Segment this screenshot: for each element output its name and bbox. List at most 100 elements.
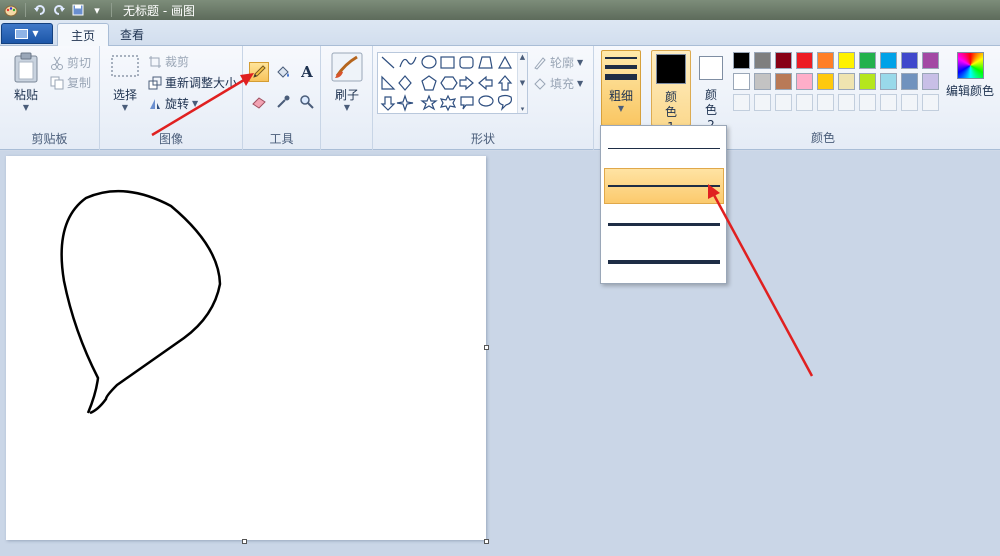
- fill-button[interactable]: 填充 ▼: [533, 75, 583, 92]
- chevron-down-icon: ▼: [343, 103, 351, 112]
- canvas-resize-handle-corner[interactable]: [484, 539, 489, 544]
- separator: [25, 3, 26, 17]
- tab-view[interactable]: 查看: [107, 23, 157, 46]
- palette-empty-swatch[interactable]: [922, 94, 939, 111]
- crop-label: 裁剪: [165, 55, 190, 69]
- palette-swatch[interactable]: [838, 52, 855, 69]
- size-button[interactable]: 粗细 ▼: [601, 50, 641, 126]
- palette-empty-swatch[interactable]: [859, 94, 876, 111]
- copy-label: 复制: [67, 76, 92, 90]
- paste-label: 粘贴: [13, 88, 38, 102]
- palette-empty-swatch[interactable]: [754, 94, 771, 111]
- customize-toolbar-chevron-icon[interactable]: ▾: [90, 3, 104, 17]
- chevron-down-icon: ▼: [121, 103, 129, 112]
- palette-swatch[interactable]: [733, 52, 750, 69]
- magnifier-tool-button[interactable]: [297, 92, 317, 112]
- size-option[interactable]: [604, 168, 724, 204]
- cut-label: 剪切: [67, 56, 92, 70]
- shapes-gallery-scrollbar[interactable]: ▲ ▼ ▾: [517, 53, 527, 113]
- cut-button[interactable]: 剪切: [50, 54, 91, 71]
- select-label: 选择: [112, 88, 137, 102]
- tab-home[interactable]: 主页: [57, 23, 110, 47]
- shapes-gallery-icons[interactable]: [378, 53, 518, 113]
- palette-empty-swatch[interactable]: [901, 94, 918, 111]
- rotate-button[interactable]: 旋转 ▼: [148, 95, 198, 112]
- outline-pen-icon: [533, 56, 547, 70]
- palette-swatch[interactable]: [817, 52, 834, 69]
- outline-button[interactable]: 轮廓 ▼: [533, 54, 583, 71]
- shapes-group-label: 形状: [470, 132, 495, 146]
- palette-empty-swatch[interactable]: [817, 94, 834, 111]
- size-option[interactable]: [604, 130, 724, 166]
- palette-empty-swatch[interactable]: [880, 94, 897, 111]
- palette-empty-swatch[interactable]: [733, 94, 750, 111]
- paint-bucket-icon: [275, 64, 291, 80]
- edit-colors-button[interactable]: 编辑颜色: [945, 52, 995, 99]
- size-line-sample: [608, 185, 720, 187]
- palette-swatch[interactable]: [880, 52, 897, 69]
- palette-swatch[interactable]: [754, 73, 771, 90]
- paste-button[interactable]: 粘贴 ▼: [9, 52, 43, 112]
- palette-empty-swatch[interactable]: [838, 94, 855, 111]
- palette-swatch[interactable]: [838, 73, 855, 90]
- palette-swatch[interactable]: [754, 52, 771, 69]
- resize-label: 重新调整大小: [165, 76, 238, 90]
- expand-gallery-icon[interactable]: ▾: [521, 105, 525, 113]
- resize-icon: [148, 76, 162, 90]
- image-group-label: 图像: [158, 132, 183, 146]
- chevron-down-icon: ▼: [192, 99, 199, 108]
- palette-empty-swatch[interactable]: [775, 94, 792, 111]
- palette-swatch[interactable]: [733, 73, 750, 90]
- palette-empty-swatch[interactable]: [796, 94, 813, 111]
- fill-label: 填充: [550, 77, 575, 91]
- magnifier-icon: [299, 94, 315, 110]
- color1-button[interactable]: 颜色 1: [651, 50, 691, 134]
- undo-icon[interactable]: [33, 3, 47, 17]
- scroll-down-icon[interactable]: ▼: [520, 79, 525, 87]
- tools-group-label: 工具: [269, 132, 294, 146]
- palette-swatch[interactable]: [922, 52, 939, 69]
- select-rectangle-icon: [110, 54, 140, 80]
- palette-swatch[interactable]: [859, 73, 876, 90]
- size-line-sample: [608, 147, 720, 149]
- size-label: 粗细: [608, 89, 633, 103]
- chevron-down-icon: ▼: [577, 79, 584, 88]
- color-picker-tool-button[interactable]: [273, 92, 293, 112]
- brushes-button[interactable]: 刷子 ▼: [330, 52, 364, 112]
- chevron-down-icon: ▼: [577, 58, 584, 67]
- palette-swatch[interactable]: [817, 73, 834, 90]
- eraser-tool-button[interactable]: [249, 92, 269, 112]
- resize-button[interactable]: 重新调整大小: [148, 74, 237, 91]
- drawing-canvas[interactable]: [6, 156, 486, 540]
- text-tool-button[interactable]: A: [297, 62, 317, 82]
- color1-swatch: [656, 54, 686, 84]
- palette-swatch[interactable]: [796, 73, 813, 90]
- canvas-resize-handle-bottom[interactable]: [242, 539, 247, 544]
- rotate-icon: [148, 97, 162, 111]
- scroll-up-icon[interactable]: ▲: [520, 53, 525, 61]
- scissors-icon: [50, 56, 64, 70]
- title-bar: ▾ 无标题 - 画图: [0, 0, 1000, 20]
- crop-button[interactable]: 裁剪: [148, 53, 189, 70]
- size-option[interactable]: [604, 206, 724, 242]
- app-menu-button[interactable]: ▼: [1, 23, 53, 44]
- palette-swatch[interactable]: [880, 73, 897, 90]
- copy-button[interactable]: 复制: [50, 74, 91, 91]
- color2-button[interactable]: 颜色 2: [693, 50, 729, 132]
- paint-app-icon[interactable]: [4, 3, 18, 17]
- canvas-resize-handle-right[interactable]: [484, 345, 489, 350]
- size-option[interactable]: [604, 244, 724, 280]
- palette-swatch[interactable]: [859, 52, 876, 69]
- palette-swatch[interactable]: [796, 52, 813, 69]
- fill-tool-button[interactable]: [273, 62, 293, 82]
- chevron-down-icon: ▼: [22, 103, 30, 112]
- palette-swatch[interactable]: [901, 73, 918, 90]
- palette-swatch[interactable]: [775, 52, 792, 69]
- palette-swatch[interactable]: [922, 73, 939, 90]
- select-button[interactable]: 选择 ▼: [108, 54, 142, 112]
- palette-swatch[interactable]: [775, 73, 792, 90]
- redo-icon[interactable]: [52, 3, 66, 17]
- palette-swatch[interactable]: [901, 52, 918, 69]
- save-icon[interactable]: [71, 3, 85, 17]
- pencil-tool-button[interactable]: [249, 62, 269, 82]
